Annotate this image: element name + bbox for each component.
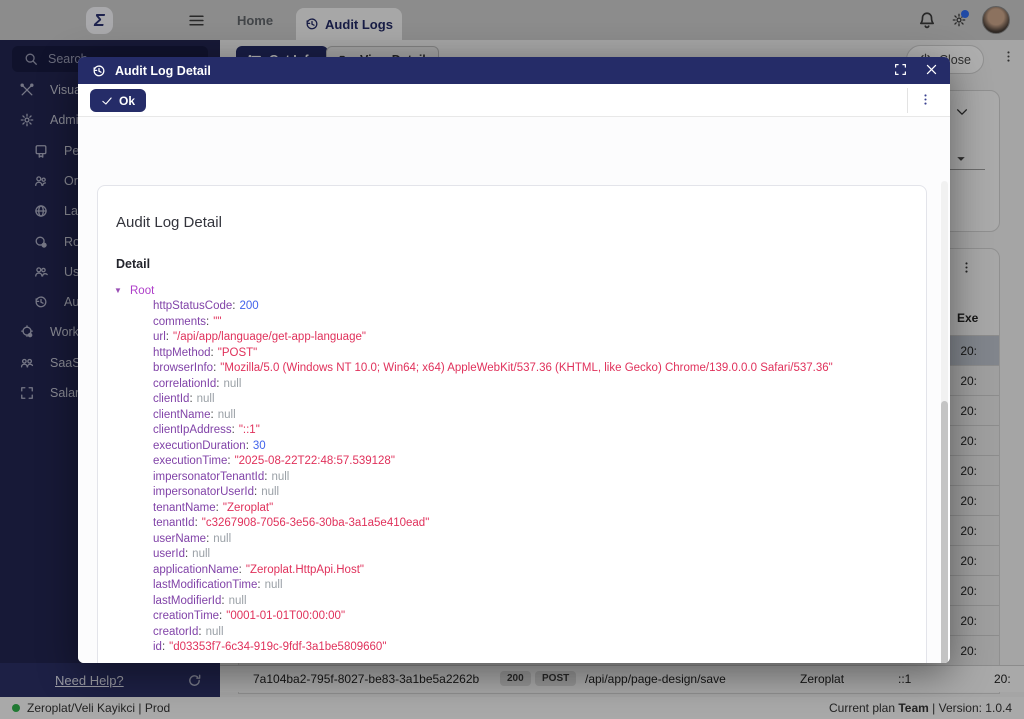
detail-section-label: Detail: [116, 257, 910, 271]
close-icon[interactable]: [925, 63, 938, 76]
modal-kebab-menu-icon[interactable]: [919, 93, 932, 106]
tree-row-httpStatusCode: httpStatusCode:200: [114, 299, 910, 315]
divider: [907, 88, 908, 113]
modal-toolbar: Ok: [78, 84, 950, 117]
tree-row-applicationName: applicationName:"Zeroplat.HttpApi.Host": [114, 562, 910, 578]
tree-row-impersonatorUserId: impersonatorUserId:null: [114, 485, 910, 501]
modal-body: Audit Log Detail Detail ▼RoothttpStatusC…: [78, 117, 950, 663]
tree-row-lastModificationTime: lastModificationTime:null: [114, 578, 910, 594]
tree-row-creationTime: creationTime:"0001-01-01T00:00:00": [114, 609, 910, 625]
scrollbar-thumb[interactable]: [941, 401, 948, 663]
tree-row-clientName: clientName:null: [114, 407, 910, 423]
tree-row-comments: comments:"": [114, 314, 910, 330]
tree-row-browserInfo: browserInfo:"Mozilla/5.0 (Windows NT 10.…: [114, 361, 910, 377]
tree-row-executionTime: executionTime:"2025-08-22T22:48:57.53912…: [114, 454, 910, 470]
detail-json-tree: ▼RoothttpStatusCode:200comments:""url:"/…: [114, 283, 910, 655]
tree-row-correlationId: correlationId:null: [114, 376, 910, 392]
fullscreen-icon[interactable]: [894, 63, 907, 76]
card-title: Audit Log Detail: [116, 214, 910, 231]
detail-card: Audit Log Detail Detail ▼RoothttpStatusC…: [97, 185, 927, 663]
history-icon: [92, 64, 106, 78]
check-icon: [101, 95, 113, 107]
tree-row-userId: userId:null: [114, 547, 910, 563]
scrollbar[interactable]: [941, 181, 948, 663]
modal-title: Audit Log Detail: [115, 64, 211, 78]
tree-row-Root[interactable]: ▼Root: [114, 283, 910, 299]
ok-label: Ok: [119, 94, 135, 108]
tree-row-httpMethod: httpMethod:"POST": [114, 345, 910, 361]
tree-collapse-arrow[interactable]: ▼: [114, 286, 130, 295]
audit-log-detail-modal: Audit Log Detail Ok Audit Log Detail Det…: [78, 57, 950, 663]
tree-row-lastModifierId: lastModifierId:null: [114, 593, 910, 609]
tree-row-executionDuration: executionDuration:30: [114, 438, 910, 454]
tree-row-creatorId: creatorId:null: [114, 624, 910, 640]
tree-row-id: id:"d03353f7-6c34-919c-9fdf-3a1be5809660…: [114, 640, 910, 656]
tree-row-tenantId: tenantId:"c3267908-7056-3e56-30ba-3a1a5e…: [114, 516, 910, 532]
tree-row-clientIpAddress: clientIpAddress:"::1": [114, 423, 910, 439]
ok-button[interactable]: Ok: [90, 89, 146, 112]
tree-row-tenantName: tenantName:"Zeroplat": [114, 500, 910, 516]
tree-row-userName: userName:null: [114, 531, 910, 547]
tree-row-clientId: clientId:null: [114, 392, 910, 408]
modal-header: Audit Log Detail: [78, 57, 950, 84]
tree-row-url: url:"/api/app/language/get-app-language": [114, 330, 910, 346]
tree-row-impersonatorTenantId: impersonatorTenantId:null: [114, 469, 910, 485]
